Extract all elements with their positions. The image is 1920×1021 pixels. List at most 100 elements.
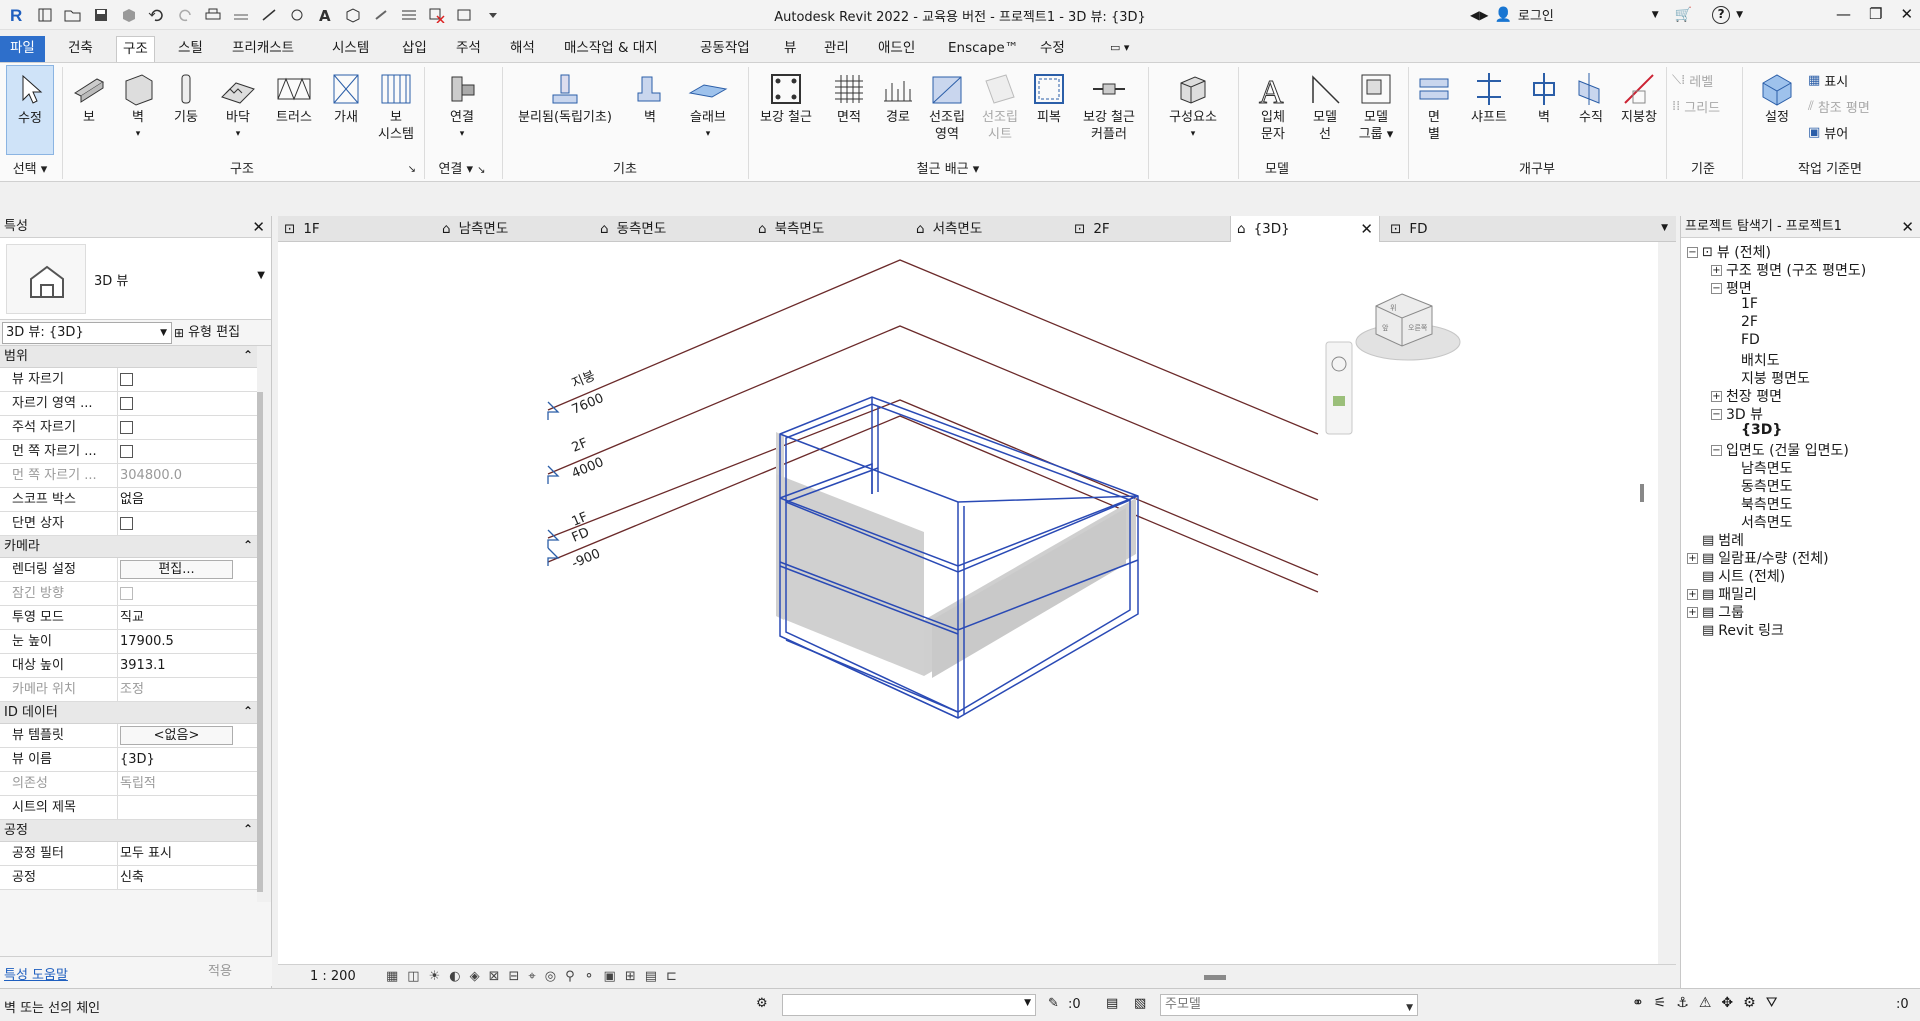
tree-item[interactable]: 북측면도 bbox=[1741, 494, 1793, 514]
collapse-icon[interactable]: ⌃ bbox=[243, 346, 253, 366]
tree-item[interactable]: FD bbox=[1741, 332, 1760, 348]
connection-button[interactable]: 연결 ▾ bbox=[436, 65, 488, 143]
tree-item[interactable]: {3D} bbox=[1741, 422, 1782, 438]
tree-item[interactable]: − 입면도 (건물 입면도) bbox=[1711, 440, 1849, 460]
view-selector-dropdown[interactable]: 3D 뷰: {3D} ▼ bbox=[2, 322, 172, 344]
level-button[interactable]: ⟍⁞ 레벨 bbox=[1672, 71, 1713, 90]
close-icon[interactable]: ✕ bbox=[1900, 5, 1913, 23]
tab-architecture[interactable]: 건축 bbox=[62, 36, 99, 62]
beam-system-button[interactable]: 보 시스템 bbox=[372, 65, 420, 143]
tree-item[interactable]: 동측면도 bbox=[1741, 476, 1793, 496]
crop-region-icon[interactable]: ⊟ bbox=[509, 969, 520, 984]
restore-icon[interactable]: ❐ bbox=[1869, 5, 1882, 23]
tab-view-east[interactable]: ⌂ 동측면도 bbox=[594, 216, 750, 242]
apply-button[interactable]: 적용 bbox=[170, 961, 270, 983]
property-value[interactable] bbox=[118, 582, 257, 605]
property-value[interactable]: 직교 bbox=[118, 606, 257, 629]
user-icon[interactable]: 👤 bbox=[1494, 7, 1511, 23]
chevron-down-icon[interactable]: ▼ bbox=[1661, 223, 1668, 233]
truss-button[interactable]: 트러스 bbox=[268, 65, 320, 126]
tree-item[interactable]: 서측면도 bbox=[1741, 512, 1793, 532]
tab-file[interactable]: 파일 bbox=[0, 36, 45, 62]
editing-requests-icon[interactable]: ✎ bbox=[1048, 996, 1059, 1011]
collapse-icon[interactable]: − bbox=[1687, 246, 1698, 258]
select-by-face-icon[interactable]: ⚠ bbox=[1699, 995, 1712, 1011]
property-value[interactable] bbox=[118, 368, 257, 391]
worksharing-icon[interactable]: ▤ bbox=[645, 969, 657, 984]
tab-enscape[interactable]: Enscape™ bbox=[942, 36, 1024, 62]
tree-item[interactable]: 2F bbox=[1741, 314, 1758, 330]
property-button[interactable]: <없음> bbox=[120, 726, 233, 745]
shadows-icon[interactable]: ◐ bbox=[449, 969, 460, 984]
tab-view[interactable]: 뷰 bbox=[778, 36, 802, 62]
modify-button[interactable]: 수정 bbox=[6, 65, 54, 155]
collapse-icon[interactable]: ⌃ bbox=[243, 818, 253, 840]
tab-view-3d[interactable]: ⌂ {3D} ✕ bbox=[1230, 216, 1380, 242]
path-rebar-button[interactable]: 경로 bbox=[876, 65, 920, 126]
property-value[interactable]: <없음> bbox=[118, 724, 257, 747]
by-face-button[interactable]: 면별 bbox=[1412, 65, 1456, 143]
tab-view-1f[interactable]: ⊡ 1F bbox=[278, 216, 434, 242]
floor-button[interactable]: 바닥 ▾ bbox=[214, 65, 262, 143]
temp-hide-icon[interactable]: ◎ bbox=[545, 969, 556, 984]
chevron-down-icon[interactable]: ▼ bbox=[257, 270, 265, 281]
tree-item[interactable]: 지붕 평면도 bbox=[1741, 368, 1810, 388]
tree-item[interactable]: + 구조 평면 (구조 평면도) bbox=[1711, 260, 1866, 280]
level-fd[interactable] bbox=[547, 415, 1319, 593]
properties-help-link[interactable]: 특성 도움말 bbox=[4, 964, 68, 983]
cover-button[interactable]: 피복 bbox=[1028, 65, 1070, 126]
property-value[interactable]: 없음 bbox=[118, 488, 257, 511]
render-icon[interactable]: ◈ bbox=[470, 969, 480, 984]
tree-item[interactable]: 배치도 bbox=[1741, 350, 1780, 370]
tab-view-fd[interactable]: ⊡ FD bbox=[1384, 216, 1540, 242]
property-value[interactable]: {3D} bbox=[118, 748, 257, 771]
visual-style-icon[interactable]: ◫ bbox=[407, 969, 419, 984]
horizontal-scrollbar[interactable] bbox=[1204, 975, 1226, 980]
tab-modify[interactable]: 수정 bbox=[1034, 36, 1071, 62]
info-center-icon[interactable]: ◀▶ bbox=[1470, 8, 1488, 22]
scrollbar[interactable] bbox=[1640, 484, 1644, 502]
tree-item[interactable]: − 평면 bbox=[1711, 278, 1752, 298]
highlight-icon[interactable]: ▣ bbox=[604, 969, 616, 984]
property-value[interactable]: 신축 bbox=[118, 866, 257, 889]
design-options-icon[interactable]: ▤ bbox=[1106, 996, 1118, 1011]
dormer-button[interactable]: 지붕창 bbox=[1614, 65, 1664, 126]
tree-item[interactable]: ▤ 시트 (전체) bbox=[1687, 566, 1785, 586]
drag-elements-icon[interactable]: ✥ bbox=[1721, 995, 1733, 1011]
close-icon[interactable]: ✕ bbox=[1901, 216, 1914, 238]
tab-analyze[interactable]: 해석 bbox=[504, 36, 541, 62]
model-group-button[interactable]: 모델 그룹 ▾ bbox=[1350, 65, 1402, 143]
sun-path-icon[interactable]: ☀ bbox=[429, 969, 441, 984]
expand-icon[interactable]: + bbox=[1687, 588, 1698, 600]
area-rebar-button[interactable]: 면적 bbox=[826, 65, 872, 126]
type-selector[interactable]: 3D 뷰 ▼ bbox=[0, 238, 271, 320]
fabric-area-button[interactable]: 선조립 영역 bbox=[922, 65, 972, 143]
tree-item[interactable]: 남측면도 bbox=[1741, 458, 1793, 478]
level-elevation[interactable]: -900 bbox=[570, 546, 603, 571]
level-head-icon[interactable] bbox=[547, 465, 560, 484]
property-value[interactable] bbox=[118, 512, 257, 535]
minimize-icon[interactable]: — bbox=[1836, 5, 1851, 23]
level-name[interactable]: 2F bbox=[570, 436, 590, 456]
property-section[interactable]: ID 데이터 ⌃ bbox=[0, 702, 257, 724]
component-button[interactable]: 구성요소 ▾ bbox=[1152, 65, 1234, 143]
property-value[interactable] bbox=[118, 440, 257, 463]
tree-item[interactable]: + 천장 평면 bbox=[1711, 386, 1782, 406]
help-icon[interactable]: ? bbox=[1712, 5, 1731, 24]
property-value[interactable]: 모두 표시 bbox=[118, 842, 257, 865]
panel-rebar[interactable]: 철근 배근 ▾ bbox=[748, 159, 1148, 181]
tab-manage[interactable]: 관리 bbox=[818, 36, 855, 62]
property-value[interactable]: 17900.5 bbox=[118, 630, 257, 653]
viewcube-face-front[interactable]: 앞 bbox=[1382, 324, 1389, 332]
isolated-foundation-button[interactable]: 분리됨(독립기초) bbox=[506, 65, 624, 126]
tree-item[interactable]: − ⊡ 뷰 (전체) bbox=[1687, 242, 1771, 262]
column-button[interactable]: 기둥 bbox=[166, 65, 206, 126]
property-button[interactable]: 편집... bbox=[120, 560, 233, 579]
viewcube-face-top[interactable]: 위 bbox=[1390, 304, 1396, 312]
tab-insert[interactable]: 삽입 bbox=[396, 36, 433, 62]
brace-button[interactable]: 가새 bbox=[326, 65, 366, 126]
workset-dropdown[interactable]: ▼ bbox=[782, 994, 1036, 1016]
tab-collaborate[interactable]: 공동작업 bbox=[694, 36, 756, 62]
tree-item[interactable]: + ▤ 그룹 bbox=[1687, 602, 1744, 622]
tab-precast[interactable]: 프리캐스트 bbox=[226, 36, 300, 62]
